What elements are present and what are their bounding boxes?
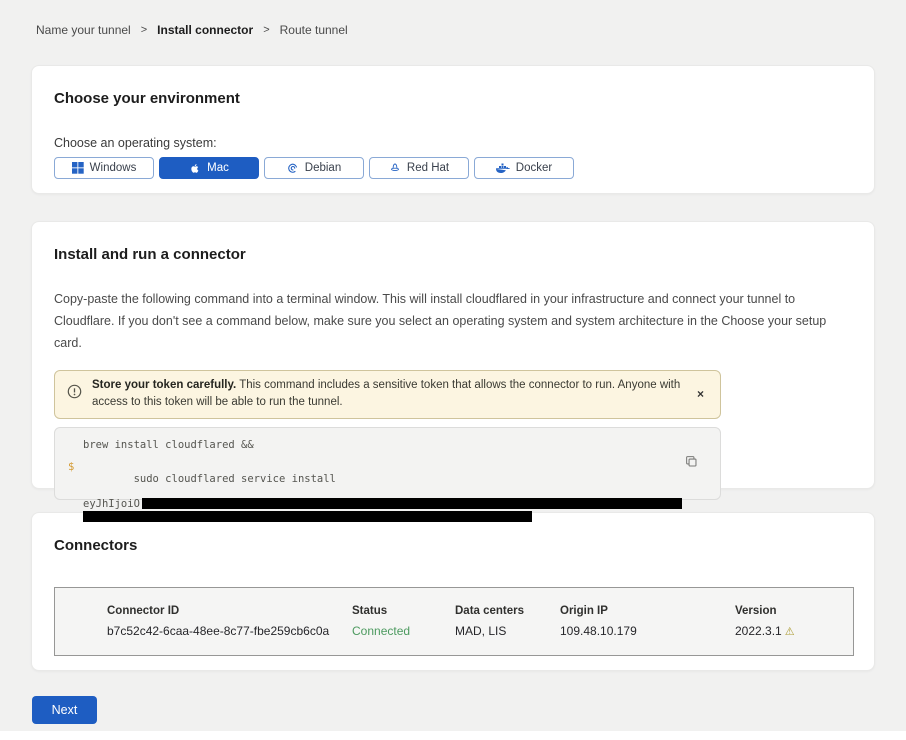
redacted-token-bar bbox=[83, 511, 532, 522]
windows-icon bbox=[72, 162, 84, 174]
footer-actions: Next bbox=[32, 696, 875, 724]
os-button-mac[interactable]: Mac bbox=[159, 157, 259, 179]
column-header-origin-ip: Origin IP bbox=[560, 605, 735, 617]
choose-environment-title: Choose your environment bbox=[54, 90, 852, 107]
os-button-docker[interactable]: Docker bbox=[474, 157, 574, 179]
shell-prompt: $ bbox=[68, 461, 74, 473]
code-line-service-install: $sudo cloudflared service install bbox=[83, 461, 720, 497]
column-header-status: Status bbox=[352, 605, 455, 617]
install-command-code-block[interactable]: brew install cloudflared && $sudo cloudf… bbox=[54, 427, 721, 500]
breadcrumb: Name your tunnel > Install connector > R… bbox=[36, 23, 875, 37]
page: Name your tunnel > Install connector > R… bbox=[0, 0, 906, 724]
next-button[interactable]: Next bbox=[32, 696, 97, 724]
version-value: 2022.3.1 bbox=[735, 624, 782, 638]
install-connector-card: Install and run a connector Copy-paste t… bbox=[31, 221, 875, 489]
install-connector-title: Install and run a connector bbox=[54, 246, 852, 263]
token-warning-bold: Store your token carefully. bbox=[92, 379, 236, 391]
redacted-token-bar bbox=[142, 498, 682, 509]
connectors-table: Connector ID Status Data centers Origin … bbox=[54, 587, 854, 656]
code-token-line: eyJhIjoiO bbox=[83, 498, 720, 510]
data-centers-value: MAD, LIS bbox=[455, 624, 560, 638]
token-warning-banner: Store your token carefully. This command… bbox=[54, 370, 721, 419]
origin-ip-value: 109.48.10.179 bbox=[560, 624, 735, 638]
os-button-label: Mac bbox=[207, 162, 229, 174]
os-button-label: Docker bbox=[516, 162, 552, 174]
bottom-strip bbox=[0, 731, 906, 740]
column-header-connector-id: Connector ID bbox=[107, 605, 352, 617]
os-button-label: Windows bbox=[90, 162, 137, 174]
breadcrumb-separator: > bbox=[263, 24, 269, 36]
os-select-label: Choose an operating system: bbox=[54, 136, 852, 150]
connectors-title: Connectors bbox=[54, 537, 852, 554]
table-row: b7c52c42-6caa-48ee-8c77-fbe259cb6c0a Con… bbox=[107, 617, 853, 638]
docker-whale-icon bbox=[496, 163, 510, 174]
os-button-label: Debian bbox=[305, 162, 341, 174]
os-button-windows[interactable]: Windows bbox=[54, 157, 154, 179]
connectors-card: Connectors Connector ID Status Data cent… bbox=[31, 512, 875, 671]
column-header-data-centers: Data centers bbox=[455, 605, 560, 617]
os-button-row: Windows Mac Debian bbox=[54, 157, 852, 179]
column-header-version: Version bbox=[735, 605, 853, 617]
warning-triangle-icon: ⚠ bbox=[785, 626, 795, 638]
status-badge: Connected bbox=[352, 624, 455, 638]
os-button-debian[interactable]: Debian bbox=[264, 157, 364, 179]
breadcrumb-install-connector[interactable]: Install connector bbox=[157, 23, 253, 37]
choose-environment-card: Choose your environment Choose an operat… bbox=[31, 65, 875, 194]
code-line-text: sudo cloudflared service install bbox=[134, 473, 336, 485]
breadcrumb-name-your-tunnel[interactable]: Name your tunnel bbox=[36, 23, 131, 37]
redhat-fedora-icon bbox=[389, 162, 401, 174]
breadcrumb-separator: > bbox=[141, 24, 147, 36]
install-description: Copy-paste the following command into a … bbox=[54, 289, 852, 355]
debian-swirl-icon bbox=[287, 162, 299, 174]
close-icon[interactable]: × bbox=[693, 385, 708, 403]
connectors-table-header-row: Connector ID Status Data centers Origin … bbox=[107, 605, 853, 617]
connector-id-value: b7c52c42-6caa-48ee-8c77-fbe259cb6c0a bbox=[107, 624, 352, 638]
token-warning-text: Store your token carefully. This command… bbox=[92, 377, 683, 412]
apple-icon bbox=[189, 162, 201, 175]
token-prefix: eyJhIjoiO bbox=[83, 498, 140, 510]
breadcrumb-route-tunnel[interactable]: Route tunnel bbox=[280, 23, 348, 37]
alert-circle-icon bbox=[67, 384, 82, 404]
os-button-redhat[interactable]: Red Hat bbox=[369, 157, 469, 179]
copy-icon[interactable] bbox=[685, 455, 698, 471]
version-cell: 2022.3.1⚠ bbox=[735, 624, 853, 638]
os-button-label: Red Hat bbox=[407, 162, 449, 174]
code-line-brew: brew install cloudflared && bbox=[83, 439, 720, 451]
